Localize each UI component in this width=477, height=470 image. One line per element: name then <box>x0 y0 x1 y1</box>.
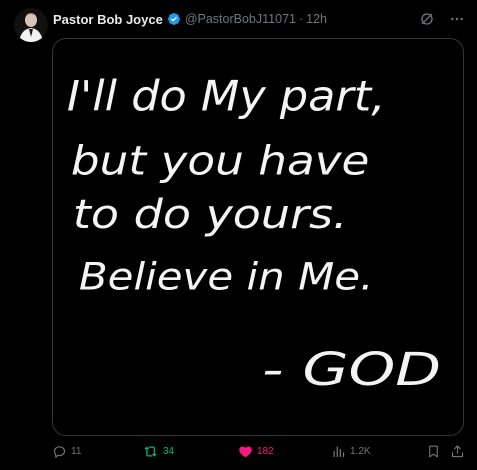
image-signature: - GOD <box>262 343 441 396</box>
image-text-line-3: to do yours. <box>73 192 348 238</box>
repost-button[interactable]: 34 <box>144 444 174 459</box>
tweet-image[interactable]: I'll do My part, but you have to do your… <box>52 38 464 436</box>
bookmark-button[interactable] <box>426 444 441 459</box>
author-handle[interactable]: @PastorBobJ11071 <box>185 12 296 26</box>
tweet-actions: 11 34 182 1.2K <box>52 444 464 464</box>
header-actions <box>419 11 465 27</box>
author-name[interactable]: Pastor Bob Joyce <box>53 12 163 27</box>
image-text-line-2: but you have <box>71 138 370 184</box>
reply-count: 11 <box>71 446 82 457</box>
grok-icon[interactable] <box>419 11 435 27</box>
share-icon <box>451 445 464 458</box>
verified-badge-icon <box>167 13 180 25</box>
heart-icon <box>239 446 252 458</box>
more-options-icon[interactable] <box>449 11 465 27</box>
analytics-icon <box>333 446 345 458</box>
repost-icon <box>144 446 157 457</box>
like-button[interactable]: 182 <box>238 444 274 459</box>
tweet-header: Pastor Bob Joyce @PastorBobJ11071 · 12h <box>53 9 465 29</box>
share-button[interactable] <box>450 444 465 459</box>
reply-button[interactable]: 11 <box>52 444 81 459</box>
separator-dot: · <box>298 12 304 26</box>
like-count: 182 <box>257 446 274 457</box>
image-text-line-4: Believe in Me. <box>79 255 374 299</box>
reply-icon <box>53 446 66 458</box>
tweet-timestamp[interactable]: 12h <box>306 12 327 26</box>
image-text-line-1: I'll do My part, <box>67 72 385 121</box>
view-count: 1.2K <box>350 446 371 457</box>
views-button[interactable]: 1.2K <box>331 444 371 459</box>
repost-count: 34 <box>163 446 175 457</box>
bookmark-icon <box>429 445 438 458</box>
author-avatar[interactable] <box>14 8 48 42</box>
